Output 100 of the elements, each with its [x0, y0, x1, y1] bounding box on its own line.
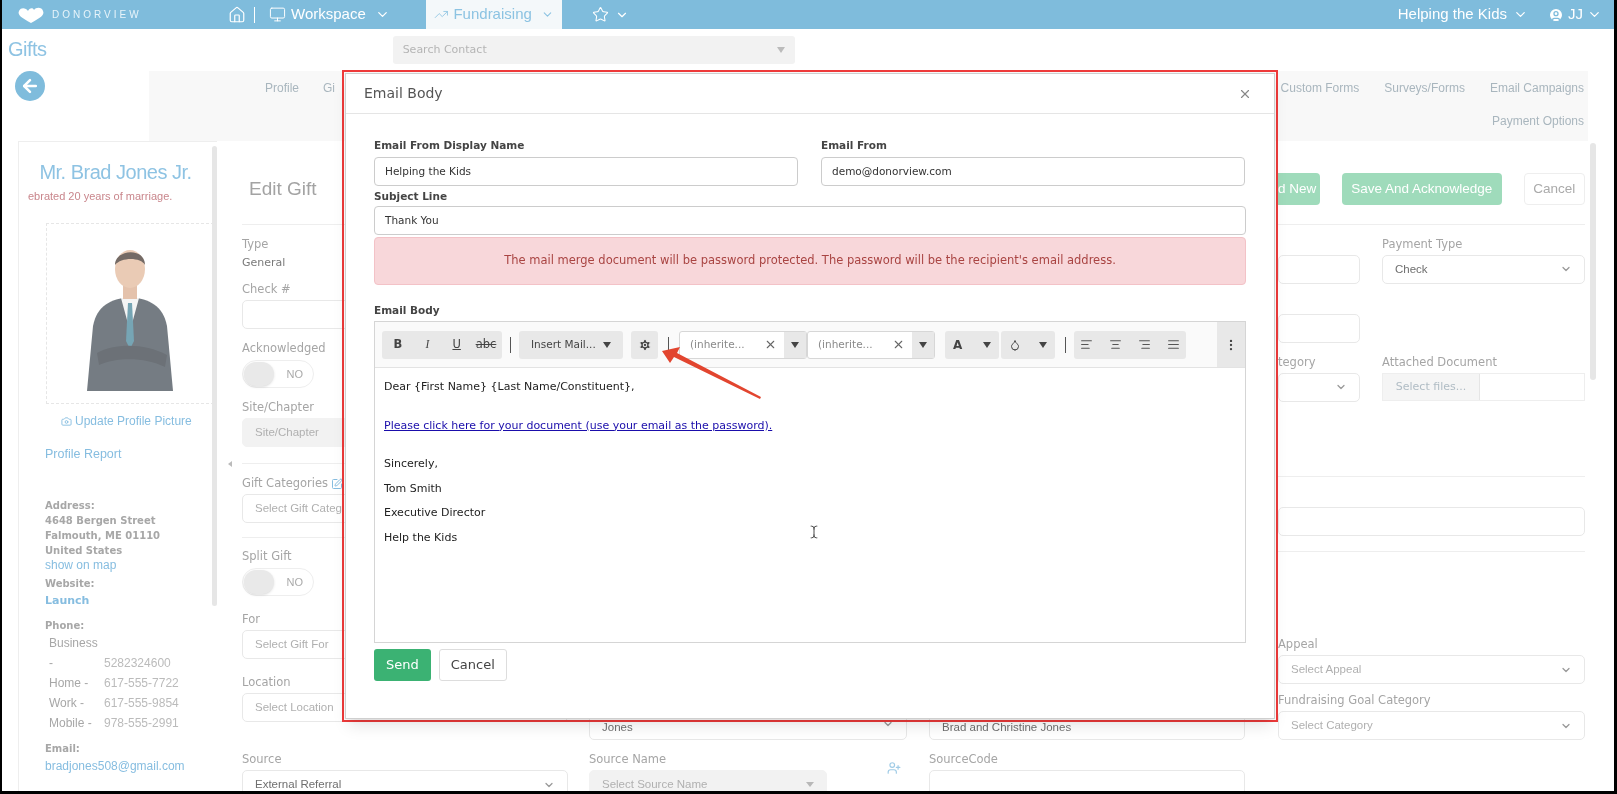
more-button[interactable]	[1217, 322, 1245, 367]
align-center-icon[interactable]	[1109, 338, 1122, 351]
scrollbar-thumb[interactable]	[212, 146, 217, 606]
align-right-icon[interactable]	[1138, 338, 1151, 351]
nav-menu[interactable]: Fundraising	[425, 0, 562, 29]
field-text: Site/Chapter	[255, 424, 319, 440]
field-text: Select Category	[1291, 717, 1373, 733]
edit-icon[interactable]	[331, 477, 344, 490]
format-button[interactable]: B	[386, 335, 410, 354]
field-label: Split Gift	[242, 549, 292, 564]
select-field[interactable]: External Referral	[242, 770, 568, 791]
field-label: Subject Line	[374, 189, 449, 204]
contact-name: Mr. Brad Jones Jr.	[38, 160, 193, 184]
body-text-line: Executive Director	[384, 505, 486, 521]
select-files-button[interactable]: Select files...	[1383, 373, 1480, 400]
profile-tab[interactable]: Profile	[265, 78, 299, 97]
field-label: For	[242, 612, 260, 627]
field-label: Email From	[821, 138, 888, 153]
logo-icon	[16, 5, 46, 24]
droplet-icon	[1009, 338, 1021, 351]
format-button[interactable]: I	[415, 335, 440, 354]
address-line: Falmouth, ME 01110	[45, 528, 162, 543]
input-field[interactable]: Helping the Kids	[374, 157, 798, 186]
format-button[interactable]: abc	[474, 335, 498, 354]
settings-button[interactable]	[631, 330, 658, 359]
field-label: Email From Display Name	[374, 138, 526, 153]
input-field[interactable]: Thank You	[374, 206, 1246, 235]
profile-tab[interactable]: Gi	[323, 78, 335, 97]
dialog-title: Email Body	[364, 84, 443, 103]
field-label: Source Name	[589, 752, 667, 767]
favorites-menu[interactable]	[591, 6, 629, 23]
warning-alert: The mail merge document will be password protected. The password will be the recipient's email address.	[374, 237, 1246, 285]
select-field[interactable]: Select Category	[1278, 711, 1585, 740]
field-label: Site/Chapter	[242, 400, 314, 415]
clear-icon[interactable]	[892, 338, 905, 351]
profile-report-link[interactable]: Profile Report	[45, 445, 212, 464]
align-justify-icon[interactable]	[1167, 338, 1180, 351]
collapse-triangle-icon[interactable]	[227, 461, 232, 467]
toggle-switch[interactable]: NO	[242, 360, 314, 388]
align-left-icon[interactable]	[1080, 338, 1093, 351]
body-text-line: Tom Smith	[384, 480, 442, 497]
phone-number: 978-555-2991	[104, 714, 179, 732]
contact-note: ebrated 20 years of marriage.	[28, 189, 174, 203]
format-button-group[interactable]: B I U abc	[382, 330, 502, 359]
phone-number: 5282324600	[104, 654, 171, 672]
insert-mail-merge-dropdown[interactable]: Insert Mail...	[519, 330, 623, 359]
field-text: Brad and Christine Jones	[942, 719, 1072, 735]
profile-tab[interactable]: Email Campaigns	[1489, 78, 1584, 97]
field-label: Source	[242, 752, 282, 767]
scrollbar-thumb[interactable]	[1590, 143, 1596, 380]
user-menu[interactable]: JJ	[1548, 3, 1602, 26]
toggle-switch[interactable]: NO	[242, 568, 314, 596]
text-color-button[interactable]: A	[945, 330, 999, 359]
input-field[interactable]	[929, 770, 1245, 791]
dropdown-triangle-icon	[983, 341, 991, 348]
clear-icon[interactable]	[764, 338, 777, 351]
input-field[interactable]: demo@donorview.com	[821, 157, 1245, 186]
dropdown-triangle-icon[interactable]	[919, 341, 927, 348]
camera-icon	[61, 415, 72, 427]
cancel-button[interactable]: Cancel	[438, 649, 507, 681]
field-text: Jones	[602, 719, 633, 735]
alignment-button-group[interactable]	[1074, 330, 1186, 359]
background-color-button[interactable]	[1001, 330, 1055, 359]
field-text: External Referral	[255, 776, 342, 791]
primary-button[interactable]: Save And Acknowledge	[1342, 173, 1502, 205]
field-text: Select Location	[255, 699, 334, 715]
monitor-icon	[269, 6, 286, 23]
input-field[interactable]	[1278, 507, 1585, 537]
select-field[interactable]: Check	[1382, 254, 1585, 284]
font-combobox[interactable]: (inherite...	[807, 330, 935, 359]
file-upload-field[interactable]: Select files...	[1382, 372, 1585, 401]
primary-button[interactable]: d New	[1278, 173, 1320, 205]
nav-menu[interactable]: Workspace	[263, 0, 396, 29]
show-on-map-link[interactable]: show on map	[45, 557, 212, 573]
address-line: 4648 Bergen Street	[45, 513, 157, 528]
organization-menu[interactable]: Helping the Kids	[1397, 3, 1528, 26]
select-field[interactable]: Select Appeal	[1278, 655, 1585, 684]
field-label: Location	[242, 675, 291, 690]
send-button[interactable]: Send	[374, 649, 431, 681]
toggle-knob	[244, 362, 274, 386]
cancel-button[interactable]: Cancel	[1523, 173, 1585, 205]
email-link[interactable]: bradjones508@gmail.com	[45, 758, 212, 774]
dropdown-triangle-icon[interactable]	[791, 341, 799, 348]
profile-tab[interactable]: Surveys/Forms	[1384, 78, 1465, 97]
search-contact-field[interactable]: Search Contact	[392, 36, 795, 64]
profile-tab[interactable]: Custom Forms	[1280, 78, 1360, 97]
user-icon	[1548, 6, 1564, 23]
website-link[interactable]: Launch	[45, 592, 212, 608]
font-combobox[interactable]: (inherite...	[679, 330, 807, 359]
format-button[interactable]: U	[444, 335, 469, 354]
back-button[interactable]	[15, 71, 45, 101]
update-picture-link[interactable]: Update Profile Picture	[61, 412, 212, 430]
phone-type: Mobile -	[49, 714, 93, 732]
select-field[interactable]	[1278, 372, 1360, 402]
profile-tab[interactable]: Payment Options	[1491, 111, 1584, 130]
home-icon[interactable]	[228, 5, 246, 24]
input-field[interactable]	[1278, 254, 1360, 284]
phone-type: Work -	[49, 694, 86, 712]
input-field[interactable]	[1278, 313, 1360, 343]
document-link[interactable]: Please click here for your document (use your email as the password).	[384, 417, 773, 442]
